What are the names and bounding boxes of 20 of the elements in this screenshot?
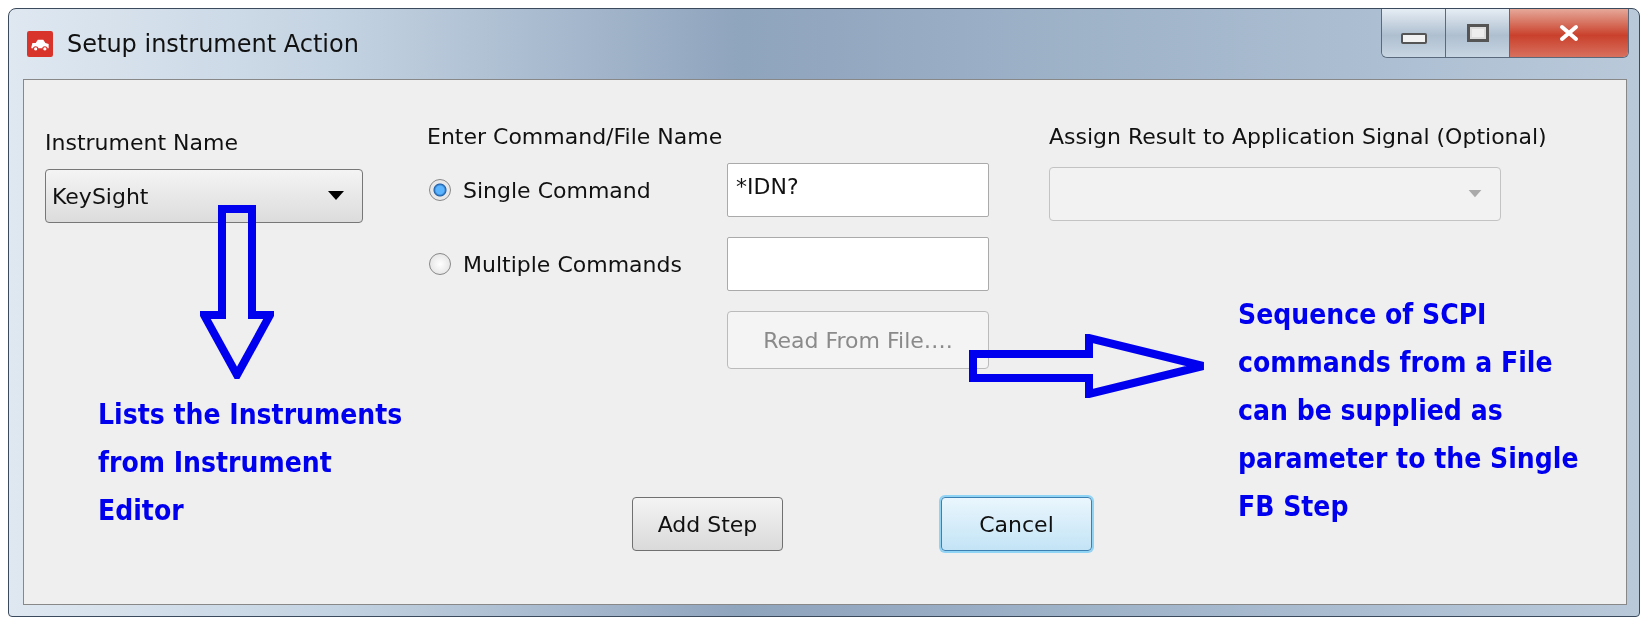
annotation-text: Lists the Instruments from Instrument Editor — [98, 397, 403, 529]
caret-icon — [1468, 190, 1482, 198]
cancel-button[interactable]: Cancel — [941, 497, 1092, 551]
caret-icon — [328, 191, 344, 201]
add-step-button[interactable]: Add Step — [632, 497, 783, 551]
command-field[interactable]: *IDN? — [727, 163, 989, 217]
assign-signal-label: Assign Result to Application Signal (Optional) — [1049, 124, 1547, 149]
close-icon — [1558, 24, 1580, 42]
instrument-dropdown[interactable]: KeySight — [45, 169, 363, 223]
radio-option[interactable]: Multiple Commands — [427, 251, 727, 277]
radio-option[interactable]: Single Command — [427, 177, 727, 203]
close-button[interactable] — [1510, 9, 1628, 57]
car-icon — [27, 31, 53, 57]
instrument-name-label: Instrument Name — [45, 130, 239, 155]
annotation-text: Sequence of SCPI commands from a File can be supplied as parameter to the Single FB Step — [1238, 297, 1579, 525]
command-field[interactable] — [727, 237, 989, 291]
minimize-button[interactable] — [1382, 9, 1446, 57]
maximize-button[interactable] — [1446, 9, 1510, 57]
command-label: Enter Command/File Name — [427, 124, 724, 149]
window-title: Setup instrument Action — [67, 30, 359, 58]
